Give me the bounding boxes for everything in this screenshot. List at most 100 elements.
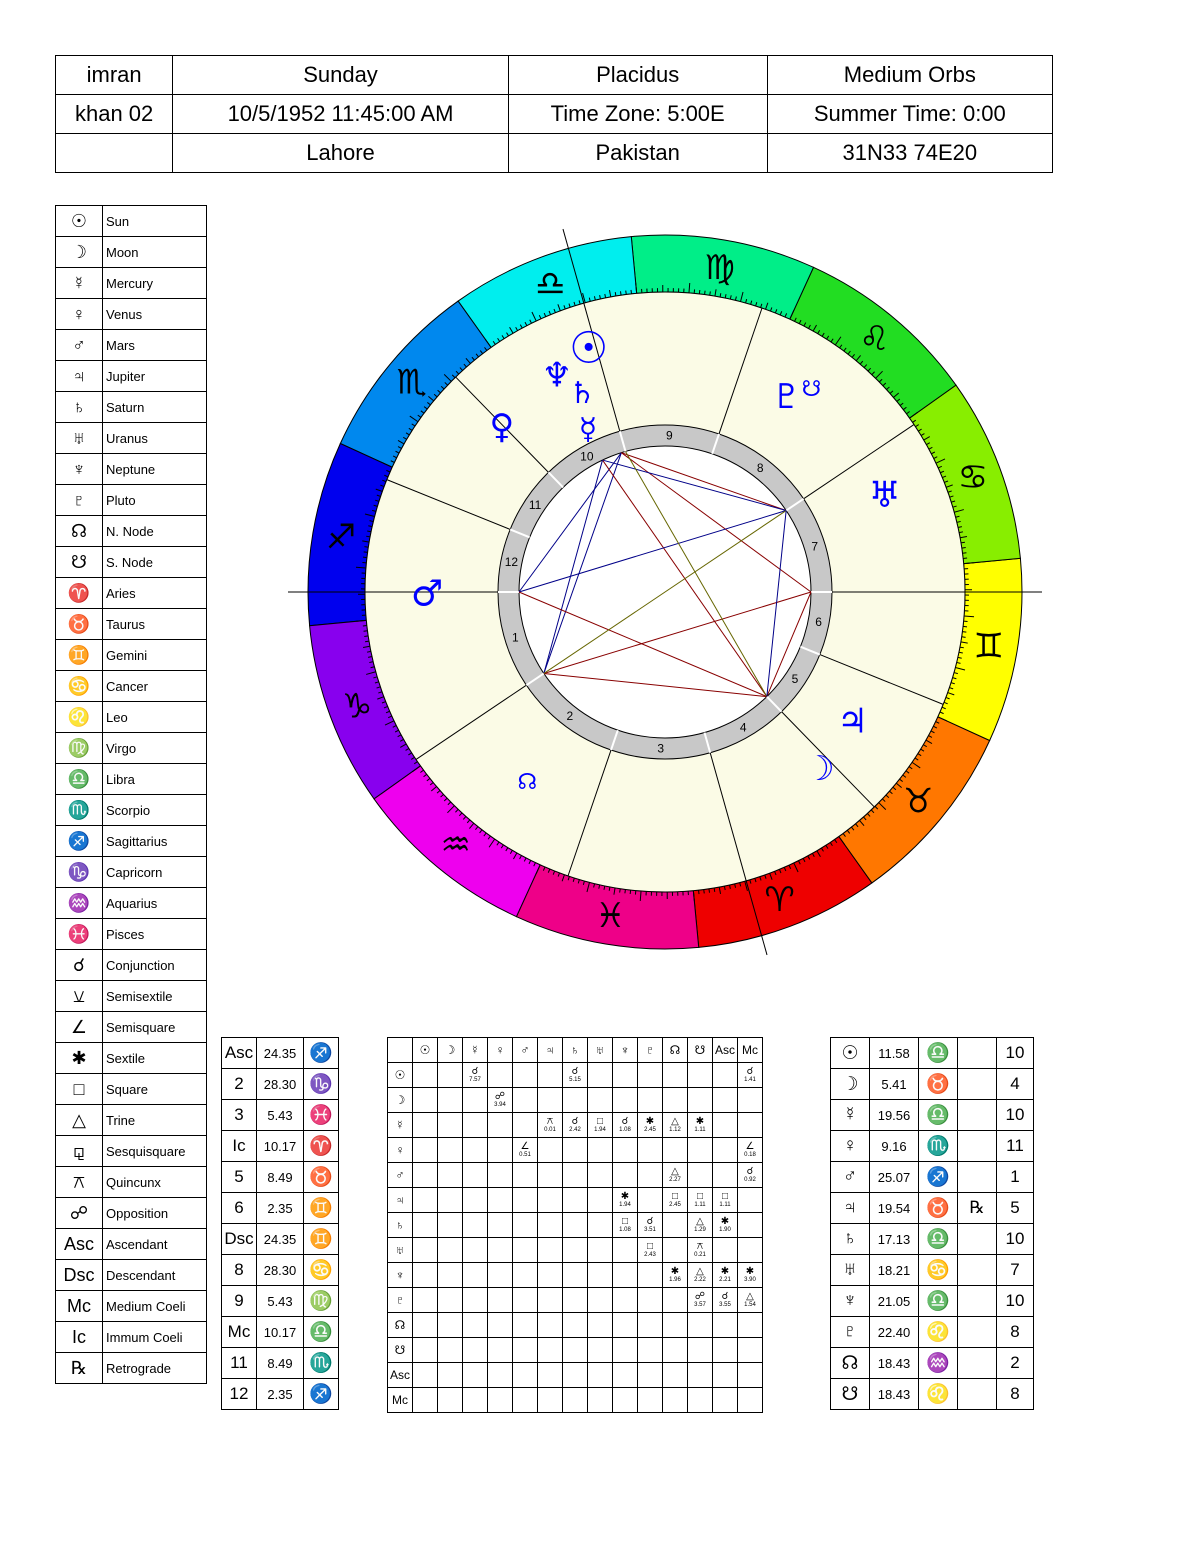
legend-glyph: ♃ — [55, 360, 103, 392]
legend-row: ⚼ Sesquisquare — [55, 1135, 207, 1167]
aspect-cell: △ 1.12 — [662, 1112, 688, 1138]
aspect-cell — [487, 1262, 513, 1288]
aspect-orb: 1.08 — [619, 1127, 631, 1133]
planet-row: ♂ 25.07 ♐ 1 — [830, 1161, 1034, 1193]
aspect-cell — [512, 1387, 538, 1413]
aspect-cell — [537, 1062, 563, 1088]
aspect-glyph: ☌ — [746, 1166, 754, 1177]
legend-row: Asc Ascendant — [55, 1228, 207, 1260]
planet-house: 10 — [996, 1099, 1034, 1131]
degree-tick — [961, 546, 966, 549]
aspect-row-label: ♆ — [387, 1262, 413, 1288]
legend-row: △ Trine — [55, 1104, 207, 1136]
aspect-cell: ✱ 1.90 — [712, 1212, 738, 1238]
aspect-row-label: ☊ — [387, 1312, 413, 1338]
aspect-cell — [412, 1262, 438, 1288]
aspect-glyph: ⚻ — [696, 1241, 704, 1252]
house-row: 6 2.35 ♊ — [221, 1192, 339, 1224]
planet-row: ♆ 21.05 ♎ 10 — [830, 1285, 1034, 1317]
degree-tick — [614, 292, 617, 297]
aspect-cell — [562, 1162, 588, 1188]
planet-glyph: ♂ — [830, 1161, 870, 1193]
aspect-glyph: ∠ — [520, 1141, 530, 1152]
aspect-grid-row: ♆ ✱ 1.96 △ 2.22 ✱ 2.21 ✱ 3.90 — [387, 1262, 763, 1288]
legend-label: N. Node — [102, 515, 207, 547]
legend-label: Moon — [102, 236, 207, 268]
legend-label: Medium Coeli — [102, 1290, 207, 1322]
house-degree: 28.30 — [256, 1068, 304, 1100]
aspect-cell — [462, 1312, 488, 1338]
aspect-cell — [487, 1287, 513, 1313]
aspect-cell — [612, 1087, 638, 1113]
aspect-orb: 5.15 — [569, 1077, 581, 1083]
birth-city: Lahore — [172, 133, 509, 173]
legend-label: Scorpio — [102, 794, 207, 826]
aspect-row-label: ☉ — [387, 1062, 413, 1088]
degree-tick — [961, 636, 966, 638]
legend-row: ♉ Taurus — [55, 608, 207, 640]
aspect-col-label: ♄ — [562, 1037, 588, 1063]
aspect-glyph: ☌ — [571, 1116, 579, 1127]
aspect-cell — [737, 1312, 763, 1338]
aspect-cell — [537, 1362, 563, 1388]
aspect-orb: 2.42 — [569, 1127, 581, 1133]
legend-glyph: ♓ — [55, 918, 103, 950]
legend-label: Neptune — [102, 453, 207, 485]
aspect-cell — [412, 1112, 438, 1138]
aspect-cell — [462, 1337, 488, 1363]
planet-glyph: ♅ — [830, 1254, 870, 1286]
legend-glyph: ♒ — [55, 887, 103, 919]
symbol-legend-table: ☉ Sun ☽ Moon ☿ Mercury ♀ Venus ♂ Mars ♃ Jupiter ♄ Sat… — [55, 205, 207, 1384]
house-number-label: 7 — [811, 539, 818, 553]
legend-row: ♈ Aries — [55, 577, 207, 609]
aspect-cell: ∠ 0.18 — [737, 1137, 763, 1163]
aspect-cell — [437, 1337, 463, 1363]
house-row: 2 28.30 ♑ — [221, 1068, 339, 1100]
aspect-cell: □ 1.11 — [687, 1187, 713, 1213]
aspect-cell — [462, 1262, 488, 1288]
aspect-cell — [712, 1162, 738, 1188]
aspect-cell — [662, 1087, 688, 1113]
aspect-cell — [487, 1387, 513, 1413]
legend-label: Capricorn — [102, 856, 207, 888]
planet-house: 8 — [996, 1378, 1034, 1410]
degree-tick — [619, 888, 621, 893]
aspect-glyph: ⚻ — [546, 1116, 554, 1127]
aspect-glyph: ✱ — [670, 1266, 680, 1277]
house-degree: 2.35 — [256, 1192, 304, 1224]
aspect-grid-row: ☉ ☌ 7.57 ☌ 5.15 ☌ 1.41 — [387, 1062, 763, 1088]
planet-house: 4 — [996, 1068, 1034, 1100]
house-number-label: 12 — [505, 555, 519, 569]
planet-row: ♄ 17.13 ♎ 10 — [830, 1223, 1034, 1255]
birth-datetime: 10/5/1952 11:45:00 AM — [172, 94, 509, 134]
aspect-cell — [487, 1112, 513, 1138]
aspect-glyph: △ — [671, 1166, 679, 1177]
house-row: Mc 10.17 ♎ — [221, 1316, 339, 1348]
planet-row: ☽ 5.41 ♉ 4 — [830, 1068, 1034, 1100]
aspect-glyph: ☌ — [621, 1116, 629, 1127]
aspect-cell — [462, 1112, 488, 1138]
aspect-grid-corner — [387, 1037, 413, 1063]
house-degree: 2.35 — [256, 1378, 304, 1410]
aspect-orb: 7.57 — [469, 1077, 481, 1083]
planet-sign-glyph: ♎ — [918, 1099, 958, 1131]
aspect-cell: □ 2.43 — [637, 1237, 663, 1263]
aspect-cell — [512, 1162, 538, 1188]
aspect-cell — [637, 1187, 663, 1213]
aspect-cell — [462, 1087, 488, 1113]
aspect-row-label: ♄ — [387, 1212, 413, 1238]
zodiac-sign-glyph: ♏ — [397, 363, 427, 403]
aspect-col-label: ☉ — [412, 1037, 438, 1063]
house-number: 6 — [221, 1192, 257, 1224]
aspect-cell — [737, 1087, 763, 1113]
legend-row: ♑ Capricorn — [55, 856, 207, 888]
degree-tick — [619, 291, 622, 296]
aspect-orb: 3.55 — [719, 1302, 731, 1308]
aspect-cell — [412, 1162, 438, 1188]
aspect-cell — [412, 1137, 438, 1163]
planet-glyph: ☋ — [802, 377, 822, 402]
aspect-grid-row: ♂ △ 2.27 ☌ 0.92 — [387, 1162, 763, 1188]
house-sign-glyph: ♑ — [303, 1068, 339, 1100]
time-zone: Time Zone: 5:00E — [507, 94, 768, 134]
legend-glyph: ☍ — [55, 1197, 103, 1229]
